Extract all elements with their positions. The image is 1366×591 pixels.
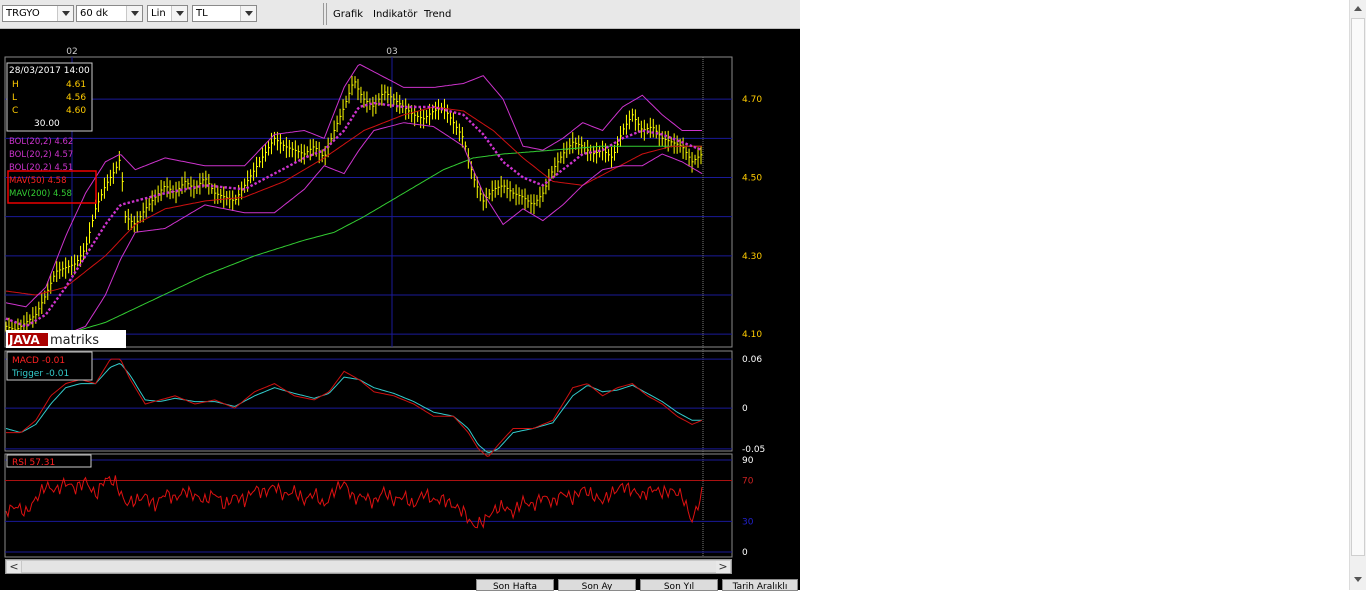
price-legend-entry: MAV(200) 4.58 bbox=[9, 189, 72, 199]
rsi-tick-label: 0 bbox=[742, 548, 748, 558]
info-label: H bbox=[12, 80, 19, 90]
menu-grafik[interactable]: Grafik bbox=[333, 9, 363, 20]
last-week-button[interactable]: Son Hafta bbox=[476, 579, 554, 591]
info-datetime: 28/03/2017 14:00 bbox=[9, 66, 90, 76]
macd-legend-entry: MACD -0.01 bbox=[12, 356, 65, 366]
chevron-down-icon[interactable] bbox=[240, 6, 256, 21]
macd-tick-label: 0 bbox=[742, 404, 748, 414]
currency-value: TL bbox=[196, 8, 208, 19]
price-tick-label: 4.70 bbox=[742, 95, 762, 105]
macd-legend-entry: Trigger -0.01 bbox=[11, 369, 69, 379]
price-tick-label: 4.30 bbox=[742, 252, 762, 262]
rsi-legend-entry: RSI 57.31 bbox=[12, 458, 55, 468]
vertical-scrollbar-thumb[interactable] bbox=[1351, 18, 1365, 556]
x-tick-label: 03 bbox=[386, 47, 397, 57]
interval-select[interactable]: 60 dk bbox=[76, 5, 143, 22]
toolbar: TRGYO 60 dk Lin TL Grafik Indikatör Tren… bbox=[0, 0, 800, 29]
price-legend-entry: BOL(20,2) 4.57 bbox=[9, 150, 73, 160]
date-range-button[interactable]: Tarih Aralıklı bbox=[722, 579, 798, 591]
symbol-value: TRGYO bbox=[6, 8, 40, 19]
scale-value: Lin bbox=[151, 8, 166, 19]
symbol-select[interactable]: TRGYO bbox=[2, 5, 74, 22]
scale-select[interactable]: Lin bbox=[147, 5, 188, 22]
chevron-down-icon[interactable] bbox=[171, 6, 187, 21]
menu-indikator[interactable]: Indikatör bbox=[373, 9, 417, 20]
rsi-tick-label: 70 bbox=[742, 476, 754, 486]
macd-tick-label: 0.06 bbox=[742, 355, 762, 365]
scrollbar-thumb[interactable] bbox=[22, 561, 717, 572]
rsi-tick-label: 90 bbox=[742, 456, 754, 466]
info-label: C bbox=[12, 106, 18, 116]
rsi-panel bbox=[4, 453, 733, 558]
price-panel bbox=[4, 56, 733, 348]
info-value: 4.56 bbox=[66, 93, 86, 103]
scroll-left-icon[interactable]: < bbox=[7, 561, 21, 573]
info-volume: 30.00 bbox=[34, 119, 60, 129]
price-tick-label: 4.10 bbox=[742, 330, 762, 340]
info-value: 4.60 bbox=[66, 106, 86, 116]
last-month-button[interactable]: Son Ay bbox=[558, 579, 636, 591]
vertical-scrollbar[interactable] bbox=[1349, 0, 1366, 590]
macd-tick-label: -0.05 bbox=[742, 445, 765, 455]
price-tick-label: 4.50 bbox=[742, 174, 762, 184]
logo-matriks-text: matriks bbox=[50, 333, 99, 348]
chevron-down-icon[interactable] bbox=[57, 6, 73, 21]
logo-java-text: JAVA bbox=[8, 333, 40, 347]
last-year-button[interactable]: Son Yıl bbox=[640, 579, 718, 591]
menu-trend[interactable]: Trend bbox=[424, 9, 451, 20]
toolbar-divider bbox=[323, 3, 324, 25]
interval-value: 60 dk bbox=[80, 8, 109, 19]
scroll-right-icon[interactable]: > bbox=[716, 561, 730, 573]
chart-area: 02 03 4.70 4.50 4.30 4.10 28/03/2017 14:00 H 4.6… bbox=[4, 47, 765, 558]
toolbar-divider bbox=[326, 3, 327, 25]
currency-select[interactable]: TL bbox=[192, 5, 257, 22]
info-value: 4.61 bbox=[66, 80, 86, 90]
info-label: L bbox=[12, 93, 17, 103]
horizontal-scrollbar[interactable]: < > bbox=[5, 559, 732, 574]
price-legend-entry: BOL(20,2) 4.62 bbox=[9, 137, 73, 147]
price-legend-entry: MAV(50) 4.58 bbox=[9, 176, 67, 186]
charting-app: TRGYO 60 dk Lin TL Grafik Indikatör Tren… bbox=[0, 0, 800, 591]
chevron-down-icon[interactable] bbox=[126, 6, 142, 21]
x-tick-label: 02 bbox=[66, 47, 77, 57]
rsi-tick-label: 30 bbox=[742, 517, 754, 527]
